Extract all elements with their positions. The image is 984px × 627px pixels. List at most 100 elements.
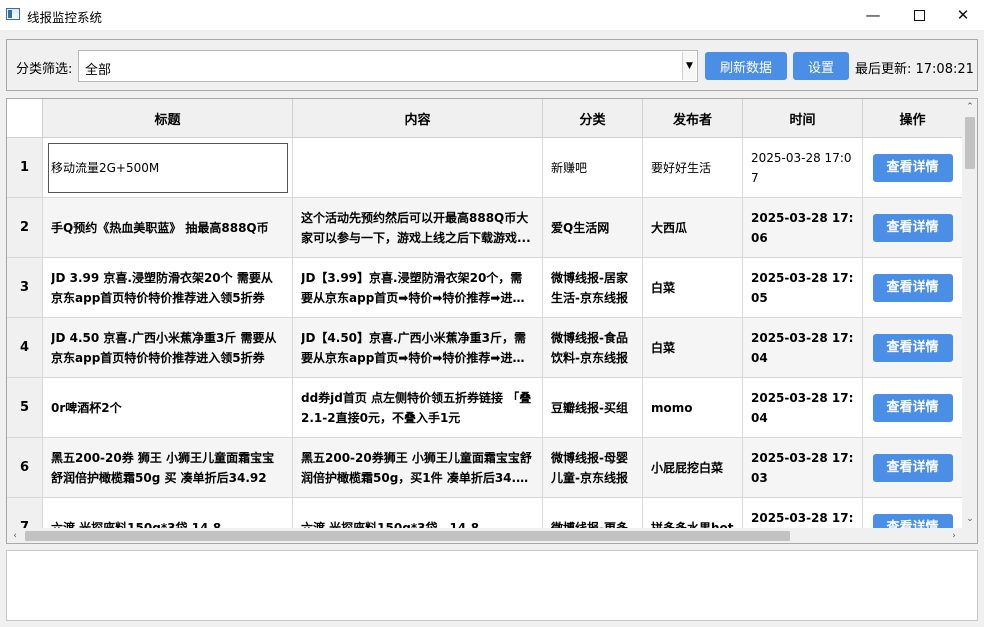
cell-content[interactable]: 六渡 光探座料150g*3袋，14.8 — [293, 498, 543, 528]
row-number[interactable]: 7 — [7, 498, 43, 528]
cell-content[interactable]: dd券jd首页 点左侧特价领五折券链接 「叠2.1-2直接0元，不叠入手1元 — [293, 378, 543, 438]
data-table: 标题 内容 分类 发布者 时间 操作 1 移动流量2G+500M 新赚吧 要好好生活 2… — [6, 98, 978, 544]
cell-time-text: 2025-03-28 17:07 — [751, 150, 852, 185]
settings-button[interactable]: 设置 — [793, 52, 849, 80]
cell-publisher[interactable]: 白菜 — [643, 258, 743, 318]
cell-category-text: 新赚吧 — [551, 160, 588, 175]
chevron-down-icon[interactable]: ▼ — [682, 52, 696, 80]
cell-content[interactable]: JD【3.99】京喜.浸塑防滑衣架20个，需要从京东app首页➡特价➡特价推荐➡… — [293, 258, 543, 318]
view-details-button[interactable]: 查看详情 — [872, 273, 953, 302]
cell-time[interactable]: 2025-03-28 17:03 — [743, 498, 863, 528]
cell-category[interactable]: 爱Q生活网 — [543, 198, 643, 258]
table-row[interactable]: 5 0r啤酒杯2个 dd券jd首页 点左侧特价领五折券链接 「叠2.1-2直接0元，… — [7, 378, 962, 438]
cell-category[interactable]: 微博线报-食品饮料-京东线报 — [543, 318, 643, 378]
cell-content[interactable] — [293, 138, 543, 198]
cell-publisher[interactable]: 小屁屁挖白菜 — [643, 438, 743, 498]
cell-publisher-text: 拼多多水果hot — [651, 520, 734, 529]
cell-time[interactable]: 2025-03-28 17:04 — [743, 378, 863, 438]
table-row[interactable]: 2 手Q预约《热血美职蓝》 抽最高888Q币 这个活动先预约然后可以开最高888Q币… — [7, 198, 962, 258]
minimize-icon: — — [865, 6, 881, 24]
cell-publisher-text: 小屁屁挖白菜 — [651, 460, 724, 475]
cell-publisher[interactable]: 白菜 — [643, 318, 743, 378]
cell-content-text: 这个活动先预约然后可以开最高888Q币大家可以参与一下，游戏上线之后下载游戏..… — [301, 210, 531, 245]
cell-title[interactable]: 0r啤酒杯2个 — [43, 378, 293, 438]
cell-title[interactable]: JD 4.50 京喜.广西小米蕉净重3斤 需要从京东app首页特价特价推荐进入领… — [43, 318, 293, 378]
cell-title[interactable]: 手Q预约《热血美职蓝》 抽最高888Q币 — [43, 198, 293, 258]
cell-publisher[interactable]: 拼多多水果hot — [643, 498, 743, 528]
row-number[interactable]: 3 — [7, 258, 43, 318]
cell-content-text: 黑五200-20券狮王 小狮王儿童面霜宝宝舒润倍护橄榄霜50g，买1件 凑单折后… — [301, 450, 532, 485]
table-row[interactable]: 7 六渡 光探座料150g*3袋 14.8 六渡 光探座料150g*3袋，14.8 微… — [7, 498, 962, 528]
cell-category[interactable]: 微博线报-居家生活-京东线报 — [543, 258, 643, 318]
table-row[interactable]: 3 JD 3.99 京喜.浸塑防滑衣架20个 需要从京东app首页特价特价推荐进入… — [7, 258, 962, 318]
view-details-button[interactable]: 查看详情 — [872, 393, 953, 422]
cell-publisher[interactable]: 大西瓜 — [643, 198, 743, 258]
vertical-scroll-thumb[interactable] — [965, 117, 975, 169]
refresh-button[interactable]: 刷新数据 — [705, 52, 787, 80]
row-number[interactable]: 6 — [7, 438, 43, 498]
scroll-up-icon[interactable]: ⌃ — [962, 99, 977, 115]
view-details-button[interactable]: 查看详情 — [872, 333, 953, 362]
view-details-button[interactable]: 查看详情 — [872, 213, 953, 242]
view-details-button[interactable]: 查看详情 — [872, 513, 953, 528]
cell-time[interactable]: 2025-03-28 17:07 — [743, 138, 863, 198]
table-row[interactable]: 6 黑五200-20券 狮王 小狮王儿童面霜宝宝舒润倍护橄榄霜50g 买 凑单折后… — [7, 438, 962, 498]
horizontal-scrollbar[interactable]: ‹ › — [7, 528, 962, 543]
cell-category[interactable]: 豆瓣线报-买组 — [543, 378, 643, 438]
cell-time-text: 2025-03-28 17:06 — [751, 210, 854, 245]
cell-time[interactable]: 2025-03-28 17:06 — [743, 198, 863, 258]
cell-category-text: 豆瓣线报-买组 — [551, 400, 628, 415]
cell-content[interactable]: 黑五200-20券狮王 小狮王儿童面霜宝宝舒润倍护橄榄霜50g，买1件 凑单折后… — [293, 438, 543, 498]
scroll-left-icon[interactable]: ‹ — [7, 528, 23, 543]
cell-publisher[interactable]: 要好好生活 — [643, 138, 743, 198]
scroll-down-icon[interactable]: ⌄ — [962, 511, 977, 527]
cell-publisher[interactable]: momo — [643, 378, 743, 438]
cell-action: 查看详情 — [863, 498, 962, 528]
category-filter-select[interactable]: 全部 ▼ — [78, 50, 698, 82]
cell-time[interactable]: 2025-03-28 17:05 — [743, 258, 863, 318]
log-text-area[interactable] — [6, 550, 978, 621]
column-header-time[interactable]: 时间 — [743, 99, 863, 138]
column-header-content[interactable]: 内容 — [293, 99, 543, 138]
view-details-button[interactable]: 查看详情 — [872, 453, 953, 482]
cell-content[interactable]: 这个活动先预约然后可以开最高888Q币大家可以参与一下，游戏上线之后下载游戏..… — [293, 198, 543, 258]
close-button[interactable]: ✕ — [940, 0, 984, 30]
row-number[interactable]: 4 — [7, 318, 43, 378]
cell-category-text: 爱Q生活网 — [551, 220, 610, 235]
cell-content-text: JD【3.99】京喜.浸塑防滑衣架20个，需要从京东app首页➡特价➡特价推荐➡… — [301, 270, 523, 305]
cell-category[interactable]: 微博线报-母婴儿童-京东线报 — [543, 438, 643, 498]
minimize-button[interactable]: — — [850, 0, 896, 30]
column-header-publisher[interactable]: 发布者 — [643, 99, 743, 138]
table-row[interactable]: 1 移动流量2G+500M 新赚吧 要好好生活 2025-03-28 17:07 查看详情 — [7, 138, 962, 198]
table-corner — [7, 99, 43, 138]
cell-time[interactable]: 2025-03-28 17:03 — [743, 438, 863, 498]
horizontal-scroll-thumb[interactable] — [25, 531, 790, 541]
cell-category[interactable]: 微博线报-更多 — [543, 498, 643, 528]
row-number[interactable]: 5 — [7, 378, 43, 438]
column-header-action[interactable]: 操作 — [863, 99, 963, 138]
maximize-button[interactable] — [896, 0, 942, 30]
column-header-title[interactable]: 标题 — [43, 99, 293, 138]
cell-time-text: 2025-03-28 17:03 — [751, 450, 854, 485]
cell-action: 查看详情 — [863, 138, 962, 198]
category-filter-value: 全部 — [85, 63, 112, 78]
row-number[interactable]: 1 — [7, 138, 43, 198]
cell-title[interactable]: 移动流量2G+500M — [43, 138, 293, 198]
cell-title[interactable]: JD 3.99 京喜.浸塑防滑衣架20个 需要从京东app首页特价特价推荐进入领… — [43, 258, 293, 318]
cell-content[interactable]: JD【4.50】京喜.广西小米蕉净重3斤，需要从京东app首页➡特价➡特价推荐➡… — [293, 318, 543, 378]
cell-time[interactable]: 2025-03-28 17:04 — [743, 318, 863, 378]
scroll-right-icon[interactable]: › — [946, 528, 962, 543]
cell-publisher-text: 白菜 — [651, 340, 676, 355]
cell-action: 查看详情 — [863, 198, 962, 258]
view-details-button[interactable]: 查看详情 — [872, 153, 953, 182]
table-row[interactable]: 4 JD 4.50 京喜.广西小米蕉净重3斤 需要从京东app首页特价特价推荐进入… — [7, 318, 962, 378]
cell-category[interactable]: 新赚吧 — [543, 138, 643, 198]
toolbar: 分类筛选: 全部 ▼ 刷新数据 设置 最后更新: 17:08:21 — [6, 39, 978, 91]
cell-title[interactable]: 六渡 光探座料150g*3袋 14.8 — [43, 498, 293, 528]
cell-title[interactable]: 黑五200-20券 狮王 小狮王儿童面霜宝宝舒润倍护橄榄霜50g 买 凑单折后3… — [43, 438, 293, 498]
vertical-scrollbar[interactable]: ⌃ ⌄ — [962, 99, 977, 528]
column-header-category[interactable]: 分类 — [543, 99, 643, 138]
row-number[interactable]: 2 — [7, 198, 43, 258]
cell-action: 查看详情 — [863, 438, 962, 498]
scrollbar-corner — [962, 528, 977, 543]
